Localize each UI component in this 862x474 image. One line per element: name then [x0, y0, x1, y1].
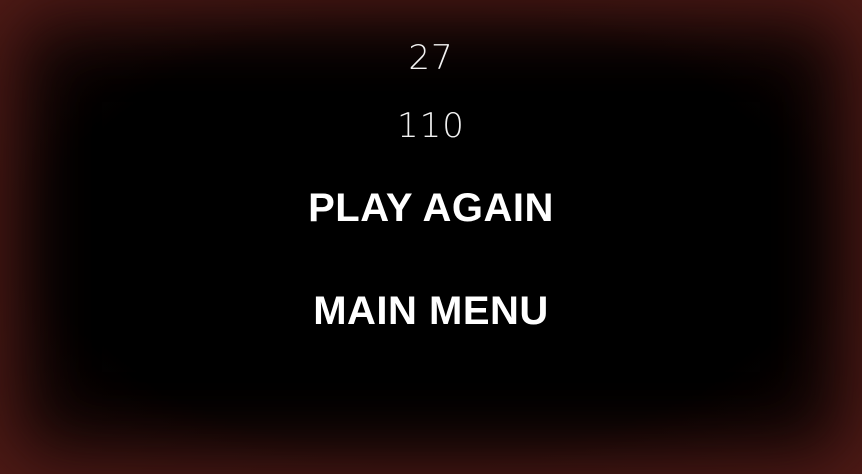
result-value-secondary: 110: [397, 106, 465, 146]
main-menu-button[interactable]: MAIN MENU: [0, 287, 862, 335]
play-again-label: PLAY AGAIN: [308, 186, 554, 230]
main-menu-label: MAIN MENU: [313, 289, 549, 333]
play-again-button[interactable]: PLAY AGAIN: [0, 184, 862, 232]
results-panel: 27 110 PLAY AGAIN MAIN MENU: [0, 0, 862, 474]
result-value-primary: 27: [408, 38, 454, 78]
game-over-screen: 27 110 PLAY AGAIN MAIN MENU: [0, 0, 862, 474]
